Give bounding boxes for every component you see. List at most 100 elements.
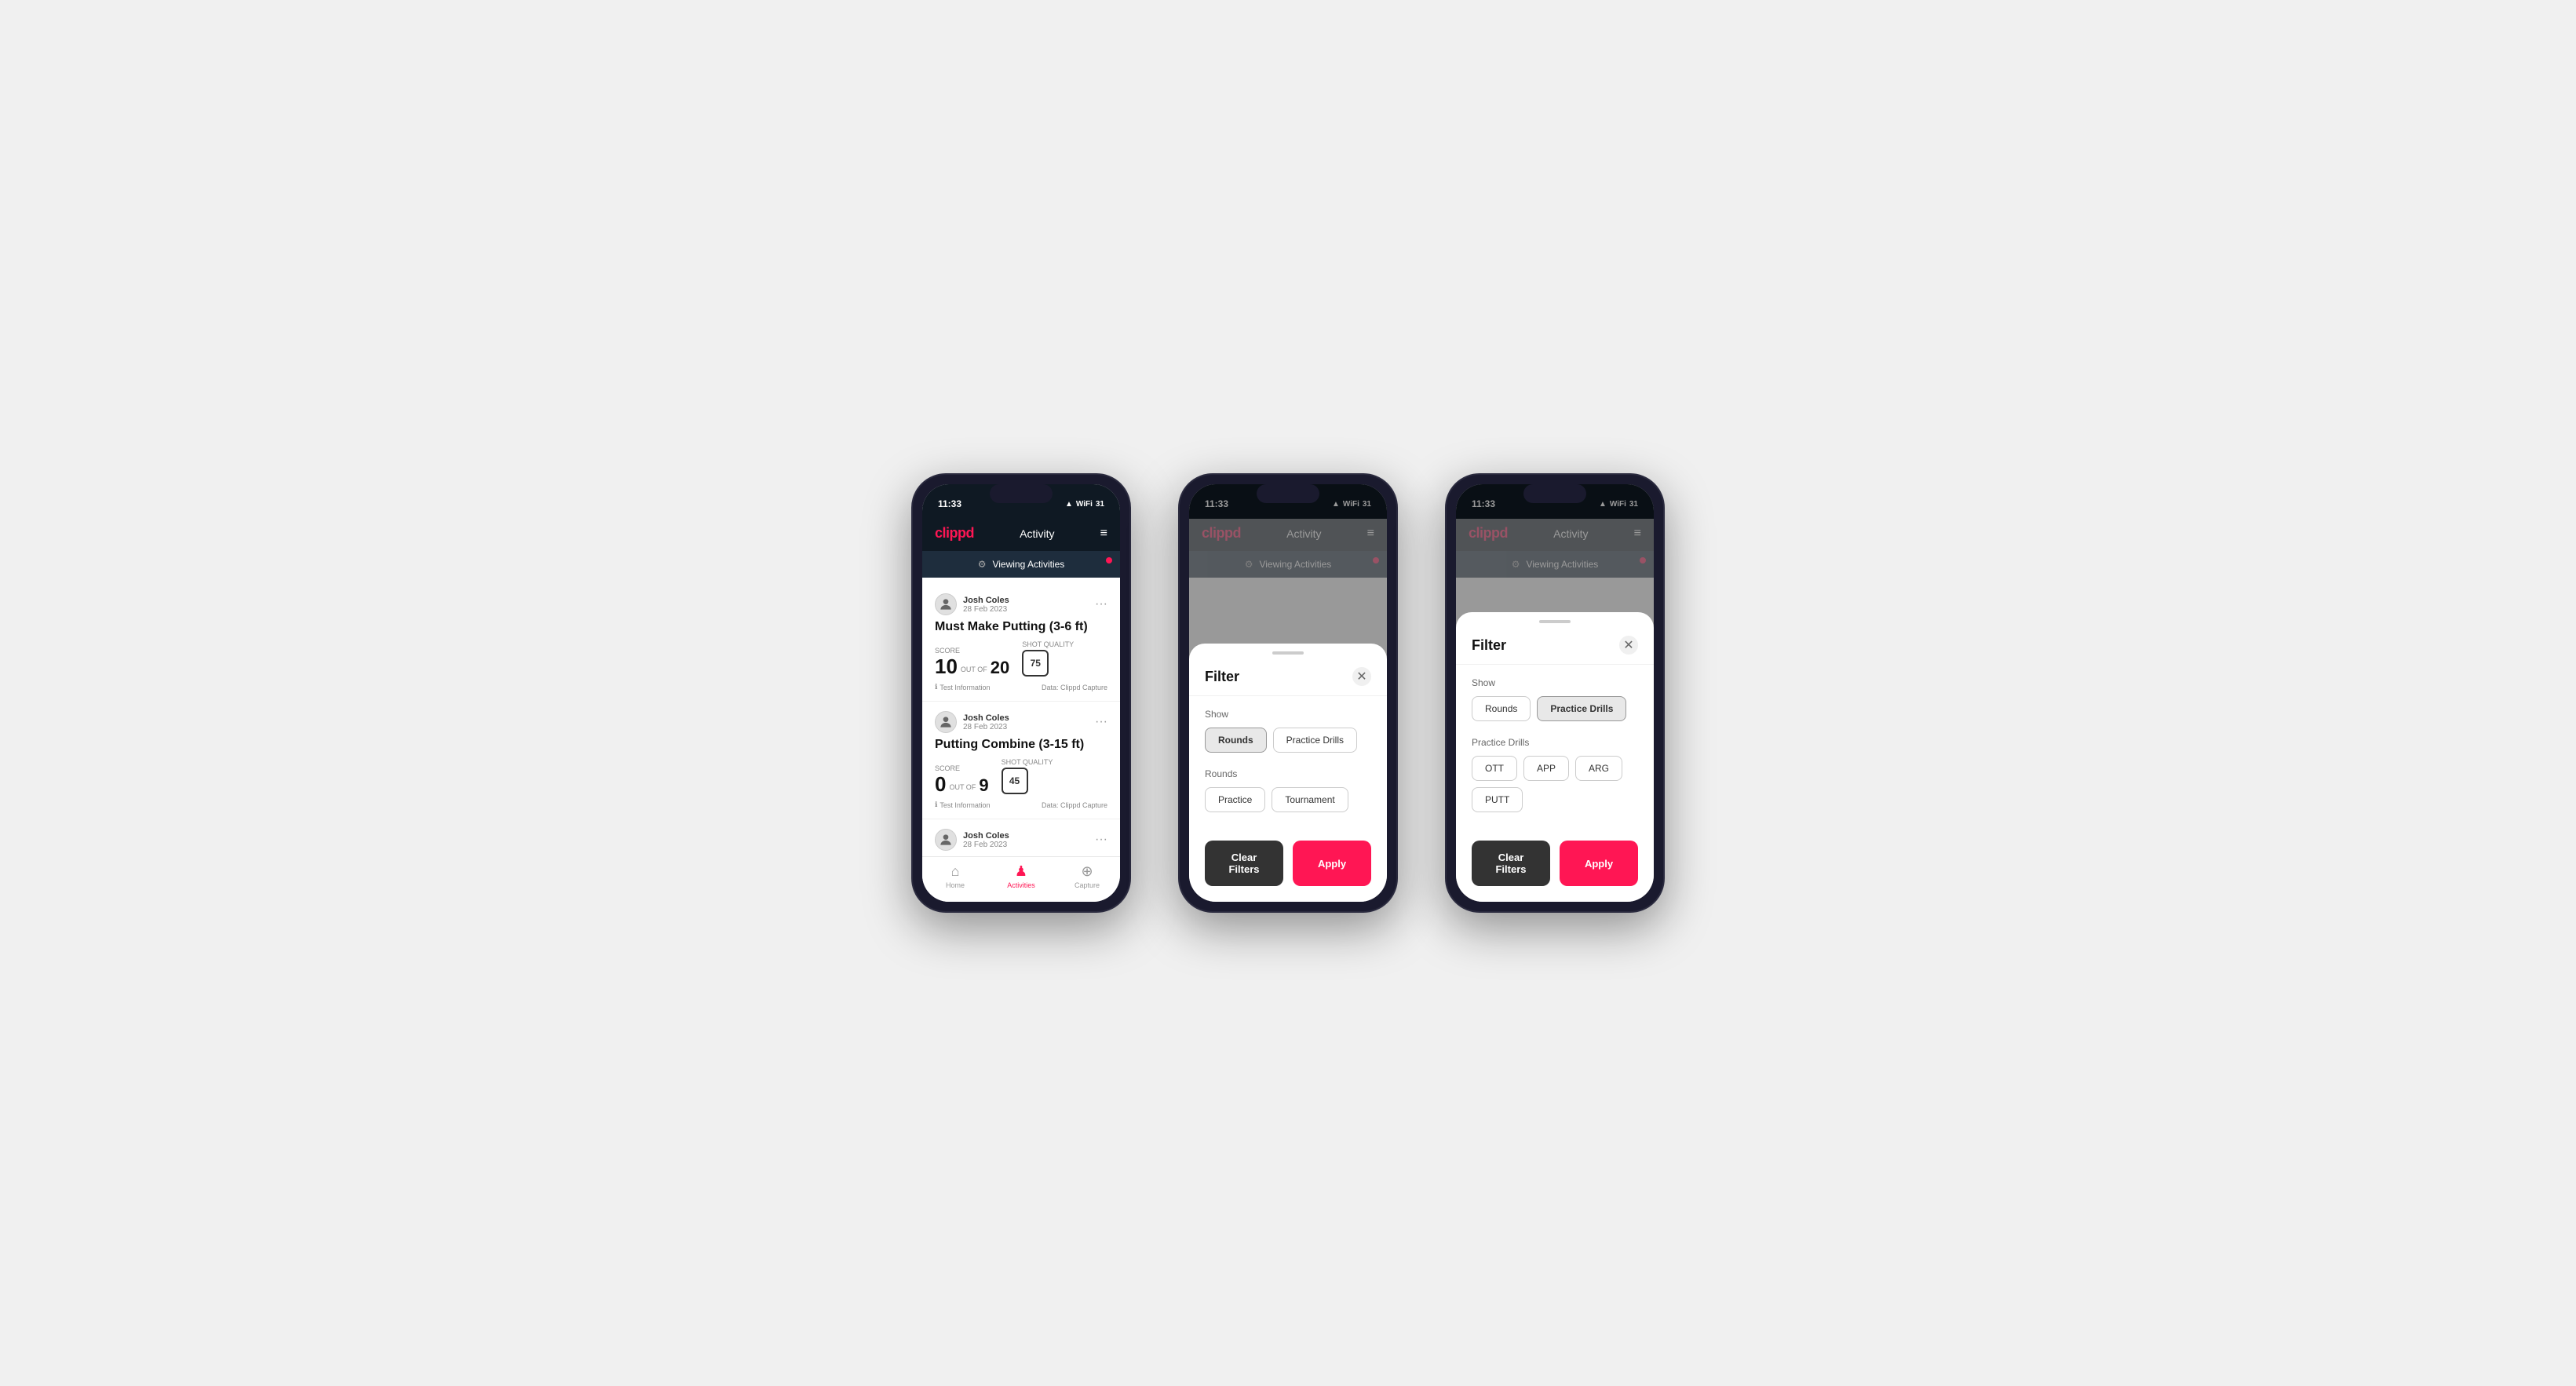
stat-quality-1: Shot Quality 75 <box>1022 640 1074 677</box>
filter-dimmed-area-3 <box>1456 484 1654 612</box>
signal-icon: ▲ <box>1065 500 1073 509</box>
filter-header-2: Filter ✕ <box>1189 655 1387 696</box>
show-chips-2: Rounds Practice Drills <box>1205 728 1371 753</box>
chip-putt-3[interactable]: PUTT <box>1472 787 1523 812</box>
activities-label-1: Activities <box>1007 881 1035 889</box>
user-name-2: Josh Coles <box>963 713 1009 723</box>
dots-menu-2[interactable]: ··· <box>1095 715 1107 729</box>
dynamic-island-2 <box>1257 484 1319 503</box>
filter-footer-2: Clear Filters Apply <box>1189 841 1387 886</box>
chip-app-3[interactable]: APP <box>1523 756 1569 781</box>
quality-label-2: Shot Quality <box>1002 758 1053 766</box>
home-label-1: Home <box>946 881 965 889</box>
chip-ott-3[interactable]: OTT <box>1472 756 1517 781</box>
shots-value-2: 9 <box>979 777 988 794</box>
activity-title-1: Must Make Putting (3-6 ft) <box>935 620 1107 634</box>
score-value-1: 10 <box>935 656 958 677</box>
activities-icon-1: ♟ <box>1015 863 1027 880</box>
dots-menu-1[interactable]: ··· <box>1095 597 1107 611</box>
chip-practice-round-2[interactable]: Practice <box>1205 787 1265 812</box>
out-of-text-1: OUT OF <box>961 666 987 673</box>
filter-close-btn-2[interactable]: ✕ <box>1352 667 1371 686</box>
filter-overlay-3: Filter ✕ Show Rounds Practice Drills Pra… <box>1456 484 1654 902</box>
wifi-icon: WiFi <box>1076 500 1093 509</box>
chip-tournament-2[interactable]: Tournament <box>1272 787 1348 812</box>
stat-out-of-1: 10 OUT OF 20 <box>935 656 1009 677</box>
filter-sheet-2: Filter ✕ Show Rounds Practice Drills Rou… <box>1189 644 1387 902</box>
card-header-2: Josh Coles 28 Feb 2023 ··· <box>935 711 1107 733</box>
activity-title-2: Putting Combine (3-15 ft) <box>935 738 1107 752</box>
shots-value-1: 20 <box>991 659 1009 677</box>
info-text-2: Test Information <box>940 801 990 809</box>
data-source-1: Data: Clippd Capture <box>1042 684 1107 691</box>
card-header-3: Josh Coles 28 Feb 2023 ··· <box>935 829 1107 851</box>
apply-btn-2[interactable]: Apply <box>1293 841 1371 886</box>
chip-practice-drills-2[interactable]: Practice Drills <box>1273 728 1357 753</box>
user-info-2: Josh Coles 28 Feb 2023 <box>935 711 1009 733</box>
filter-body-2: Show Rounds Practice Drills Rounds Pract… <box>1189 696 1387 841</box>
stats-row-1: Score 10 OUT OF 20 Shot Quality 75 <box>935 640 1107 677</box>
avatar-3 <box>935 829 957 851</box>
viewing-bar-1[interactable]: ⚙ Viewing Activities <box>922 551 1120 578</box>
rounds-chips-2: Practice Tournament <box>1205 787 1371 812</box>
filter-overlay-2: Filter ✕ Show Rounds Practice Drills Rou… <box>1189 484 1387 902</box>
activities-list-1: Josh Coles 28 Feb 2023 ··· Must Make Put… <box>922 578 1120 856</box>
quality-badge-2: 45 <box>1002 768 1028 794</box>
clear-filters-btn-3[interactable]: Clear Filters <box>1472 841 1550 886</box>
stat-out-of-2: 0 OUT OF 9 <box>935 774 989 794</box>
activity-card-3: Josh Coles 28 Feb 2023 ··· <box>922 819 1120 856</box>
stat-score-1: Score 10 OUT OF 20 <box>935 647 1009 677</box>
phone-3-screen: 11:33 ▲ WiFi 31 clippd Activity ≡ ⚙ View… <box>1456 484 1654 902</box>
user-info-3: Josh Coles 28 Feb 2023 <box>935 829 1009 851</box>
phone-1-screen: 11:33 ▲ WiFi 31 clippd Activity ≡ ⚙ View… <box>922 484 1120 902</box>
filter-title-3: Filter <box>1472 637 1506 654</box>
drills-label-3: Practice Drills <box>1472 737 1638 748</box>
card-footer-1: ℹ Test Information Data: Clippd Capture <box>935 683 1107 691</box>
filter-header-3: Filter ✕ <box>1456 623 1654 665</box>
test-info-1: ℹ Test Information <box>935 683 990 691</box>
bottom-nav-1: ⌂ Home ♟ Activities ⊕ Capture <box>922 856 1120 902</box>
stat-quality-2: Shot Quality 45 <box>1002 758 1053 794</box>
activity-card-2: Josh Coles 28 Feb 2023 ··· Putting Combi… <box>922 702 1120 819</box>
show-label-2: Show <box>1205 709 1371 720</box>
hamburger-icon-1[interactable]: ≡ <box>1100 527 1107 541</box>
filter-title-2: Filter <box>1205 669 1239 685</box>
clear-filters-btn-2[interactable]: Clear Filters <box>1205 841 1283 886</box>
out-of-text-2: OUT OF <box>949 783 976 791</box>
nav-activities-1[interactable]: ♟ Activities <box>988 863 1054 889</box>
data-source-2: Data: Clippd Capture <box>1042 801 1107 809</box>
filter-close-btn-3[interactable]: ✕ <box>1619 636 1638 655</box>
filter-icon-1: ⚙ <box>978 559 987 570</box>
phone-2: 11:33 ▲ WiFi 31 clippd Activity ≡ ⚙ View… <box>1178 473 1398 913</box>
nav-home-1[interactable]: ⌂ Home <box>922 863 988 889</box>
phones-container: 11:33 ▲ WiFi 31 clippd Activity ≡ ⚙ View… <box>911 473 1665 913</box>
filter-footer-3: Clear Filters Apply <box>1456 841 1654 886</box>
show-chips-3: Rounds Practice Drills <box>1472 696 1638 721</box>
chip-rounds-2[interactable]: Rounds <box>1205 728 1267 753</box>
score-label-1: Score <box>935 647 1009 655</box>
capture-label-1: Capture <box>1075 881 1100 889</box>
chip-practice-drills-3[interactable]: Practice Drills <box>1537 696 1626 721</box>
dots-menu-3[interactable]: ··· <box>1095 833 1107 847</box>
quality-badge-1: 75 <box>1022 650 1049 677</box>
show-label-3: Show <box>1472 677 1638 688</box>
info-icon-2: ℹ <box>935 801 937 809</box>
quality-label-1: Shot Quality <box>1022 640 1074 648</box>
dynamic-island-3 <box>1523 484 1586 503</box>
home-icon-1: ⌂ <box>951 863 960 880</box>
chip-arg-3[interactable]: ARG <box>1575 756 1622 781</box>
user-name-3: Josh Coles <box>963 831 1009 841</box>
test-info-2: ℹ Test Information <box>935 801 990 809</box>
nav-capture-1[interactable]: ⊕ Capture <box>1054 863 1120 889</box>
filter-body-3: Show Rounds Practice Drills Practice Dri… <box>1456 665 1654 841</box>
avatar-1 <box>935 593 957 615</box>
app-header-1: clippd Activity ≡ <box>922 519 1120 551</box>
stat-score-2: Score 0 OUT OF 9 <box>935 764 989 794</box>
drills-chips-3: OTT APP ARG PUTT <box>1472 756 1638 812</box>
activity-card-1: Josh Coles 28 Feb 2023 ··· Must Make Put… <box>922 584 1120 702</box>
red-dot-1 <box>1106 557 1112 564</box>
chip-rounds-3[interactable]: Rounds <box>1472 696 1531 721</box>
user-date-3: 28 Feb 2023 <box>963 841 1009 849</box>
filter-sheet-3: Filter ✕ Show Rounds Practice Drills Pra… <box>1456 612 1654 902</box>
apply-btn-3[interactable]: Apply <box>1560 841 1638 886</box>
